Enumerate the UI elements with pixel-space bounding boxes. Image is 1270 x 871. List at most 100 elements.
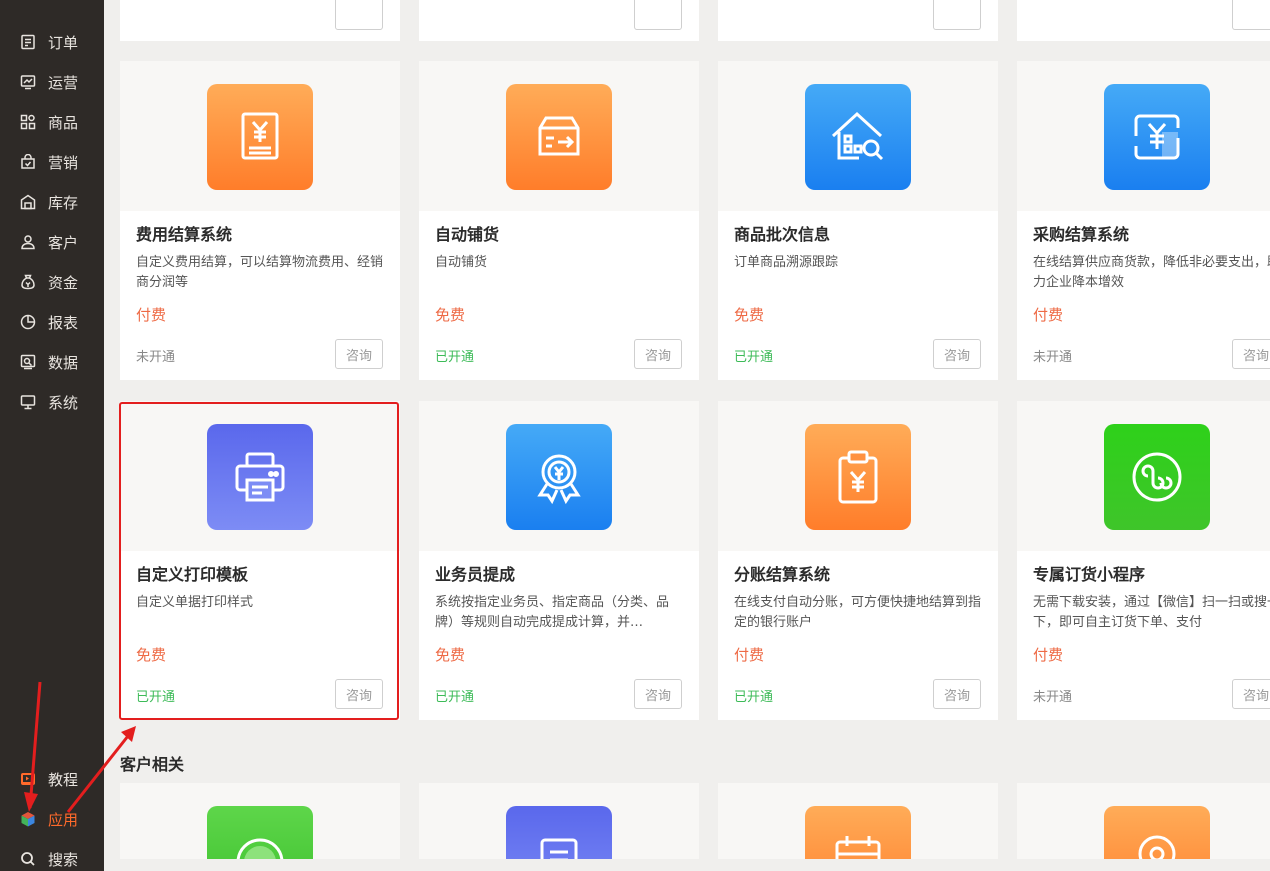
- consult-button[interactable]: 咨询: [1232, 339, 1270, 369]
- card-price: 付费: [1033, 306, 1064, 324]
- card-status: 已开通: [734, 350, 774, 365]
- sidebar-item-label: 应用: [48, 810, 79, 829]
- sidebar-item-label: 运营: [48, 73, 79, 92]
- app-card-auto-distribution[interactable]: 自动铺货 自动铺货 免费 已开通 咨询: [419, 61, 699, 380]
- sidebar-item-label: 数据: [48, 353, 79, 372]
- card-title: 费用结算系统: [136, 225, 233, 244]
- card-description: 系统按指定业务员、指定商品（分类、品牌）等规则自动完成提成计算，并…: [435, 595, 670, 630]
- card-price: 免费: [734, 306, 765, 324]
- app-card-expense-settlement[interactable]: 费用结算系统 自定义费用结算，可以结算物流费用、经销商分润等 付费 未开通 咨询: [120, 61, 400, 380]
- data-icon: [20, 354, 36, 370]
- split-settlement-icon: [805, 424, 911, 530]
- sidebar-item-label: 客户: [48, 233, 79, 252]
- card-title: 业务员提成: [435, 565, 516, 584]
- auto-distribution-icon: [506, 84, 612, 190]
- app-card-batch-info[interactable]: 商品批次信息 订单商品溯源跟踪 免费 已开通 咨询: [718, 61, 998, 380]
- tutorial-icon: [21, 773, 35, 785]
- app-card-custom-print-template[interactable]: 自定义打印模板 自定义单据打印样式 免费 已开通 咨询: [120, 401, 400, 720]
- app-card-mini-program[interactable]: 专属订货小程序 无需下载安装，通过【微信】扫一扫或搜一下，即可自主订货下单、支付…: [1017, 401, 1270, 720]
- printer-icon: [207, 424, 313, 530]
- sidebar-item-customers[interactable]: 客户: [20, 230, 78, 254]
- sidebar-item-label: 营销: [48, 153, 79, 172]
- card-description: 订单商品溯源跟踪: [734, 255, 839, 270]
- sidebar-item-label: 教程: [48, 770, 79, 789]
- consult-button-partial[interactable]: [335, 0, 383, 30]
- sidebar-item-marketing[interactable]: 营销: [20, 150, 78, 174]
- app-card-split-settlement[interactable]: 分账结算系统 在线支付自动分账，可方便快捷地结算到指定的银行账户 付费 已开通 …: [718, 401, 998, 720]
- document-app-icon: [506, 806, 612, 859]
- card-price: 免费: [136, 646, 167, 664]
- search-icon: [21, 852, 35, 866]
- card-status: 已开通: [435, 350, 475, 365]
- sidebar-item-label: 搜索: [48, 850, 79, 869]
- order-icon: [21, 34, 35, 50]
- sidebar-item-label: 系统: [48, 393, 79, 412]
- consult-button-partial[interactable]: [1232, 0, 1270, 30]
- sidebar-item-label: 资金: [48, 273, 79, 292]
- card-price: 免费: [435, 306, 466, 324]
- app-card-partial[interactable]: [718, 783, 998, 859]
- card-description: 自定义单据打印样式: [136, 595, 254, 610]
- sidebar-item-search[interactable]: 搜索: [20, 847, 78, 871]
- card-price: 付费: [734, 646, 765, 664]
- card-title: 自定义打印模板: [136, 565, 249, 584]
- card-title: 采购结算系统: [1033, 225, 1130, 244]
- card-description: 在线支付自动分账，可方便快捷地结算到指定的银行账户: [734, 595, 982, 630]
- consult-button[interactable]: 咨询: [634, 679, 682, 709]
- sidebar-item-tutorial[interactable]: 教程: [20, 767, 78, 791]
- card-description: 自动铺货: [435, 255, 488, 270]
- card-title: 专属订货小程序: [1033, 565, 1146, 584]
- sidebar-item-label: 报表: [48, 313, 79, 332]
- commission-medal-icon: [506, 424, 612, 530]
- card-description: 在线结算供应商货款，降低非必要支出，助力企业降本增效: [1033, 255, 1270, 290]
- card-price: 免费: [435, 646, 466, 664]
- section-title: 客户相关: [120, 755, 185, 774]
- sidebar-item-reports[interactable]: 报表: [20, 310, 78, 334]
- sidebar-item-operations[interactable]: 运营: [20, 70, 78, 94]
- app-grid-area: 费用结算系统 自定义费用结算，可以结算物流费用、经销商分润等 付费 未开通 咨询…: [104, 0, 1270, 871]
- operations-icon: [20, 75, 36, 90]
- sidebar-item-inventory[interactable]: 库存: [20, 190, 78, 214]
- partial-card: [120, 0, 400, 41]
- app-card-partial[interactable]: [1017, 783, 1270, 859]
- sidebar-item-label: 库存: [48, 193, 79, 212]
- consult-button[interactable]: 咨询: [335, 679, 383, 709]
- consult-button[interactable]: 咨询: [1232, 679, 1270, 709]
- sidebar-item-orders[interactable]: 订单: [20, 30, 78, 54]
- sidebar-item-data[interactable]: 数据: [20, 350, 78, 374]
- inventory-icon: [20, 194, 36, 210]
- consult-button[interactable]: 咨询: [634, 339, 682, 369]
- card-price: 付费: [136, 306, 167, 324]
- app-card-partial[interactable]: [419, 783, 699, 859]
- consult-button[interactable]: 咨询: [933, 679, 981, 709]
- consult-button-partial[interactable]: [634, 0, 682, 30]
- calendar-app-icon: [805, 806, 911, 859]
- app-card-partial[interactable]: [120, 783, 400, 859]
- partial-card: [718, 0, 998, 41]
- app-card-salesperson-commission[interactable]: 业务员提成 系统按指定业务员、指定商品（分类、品牌）等规则自动完成提成计算，并……: [419, 401, 699, 720]
- funds-icon: [21, 274, 35, 290]
- card-title: 分账结算系统: [734, 565, 831, 584]
- sidebar-item-apps[interactable]: 应用: [20, 807, 78, 831]
- consult-button-partial[interactable]: [933, 0, 981, 30]
- app-card-purchase-settlement[interactable]: 采购结算系统 在线结算供应商货款，降低非必要支出，助力企业降本增效 付费 未开通…: [1017, 61, 1270, 380]
- sidebar-item-funds[interactable]: 资金: [20, 270, 78, 294]
- mini-program-icon: [1104, 424, 1210, 530]
- consult-button[interactable]: 咨询: [335, 339, 383, 369]
- sidebar-item-goods[interactable]: 商品: [20, 110, 78, 134]
- card-title: 自动铺货: [435, 225, 500, 244]
- customer-app-icon: [207, 806, 313, 859]
- goods-icon: [20, 114, 36, 130]
- apps-cube-icon: [21, 812, 35, 827]
- consult-button[interactable]: 咨询: [933, 339, 981, 369]
- card-status: 未开通: [1033, 690, 1073, 705]
- card-description: 自定义费用结算，可以结算物流费用、经销商分润等: [136, 255, 384, 290]
- partial-card: [419, 0, 699, 41]
- partial-card: [1017, 0, 1270, 41]
- sidebar-item-system[interactable]: 系统: [20, 390, 78, 414]
- batch-info-icon: [805, 84, 911, 190]
- purchase-settlement-icon: [1104, 84, 1210, 190]
- card-title: 商品批次信息: [734, 225, 831, 244]
- customer-icon: [21, 235, 35, 250]
- report-icon: [20, 314, 36, 330]
